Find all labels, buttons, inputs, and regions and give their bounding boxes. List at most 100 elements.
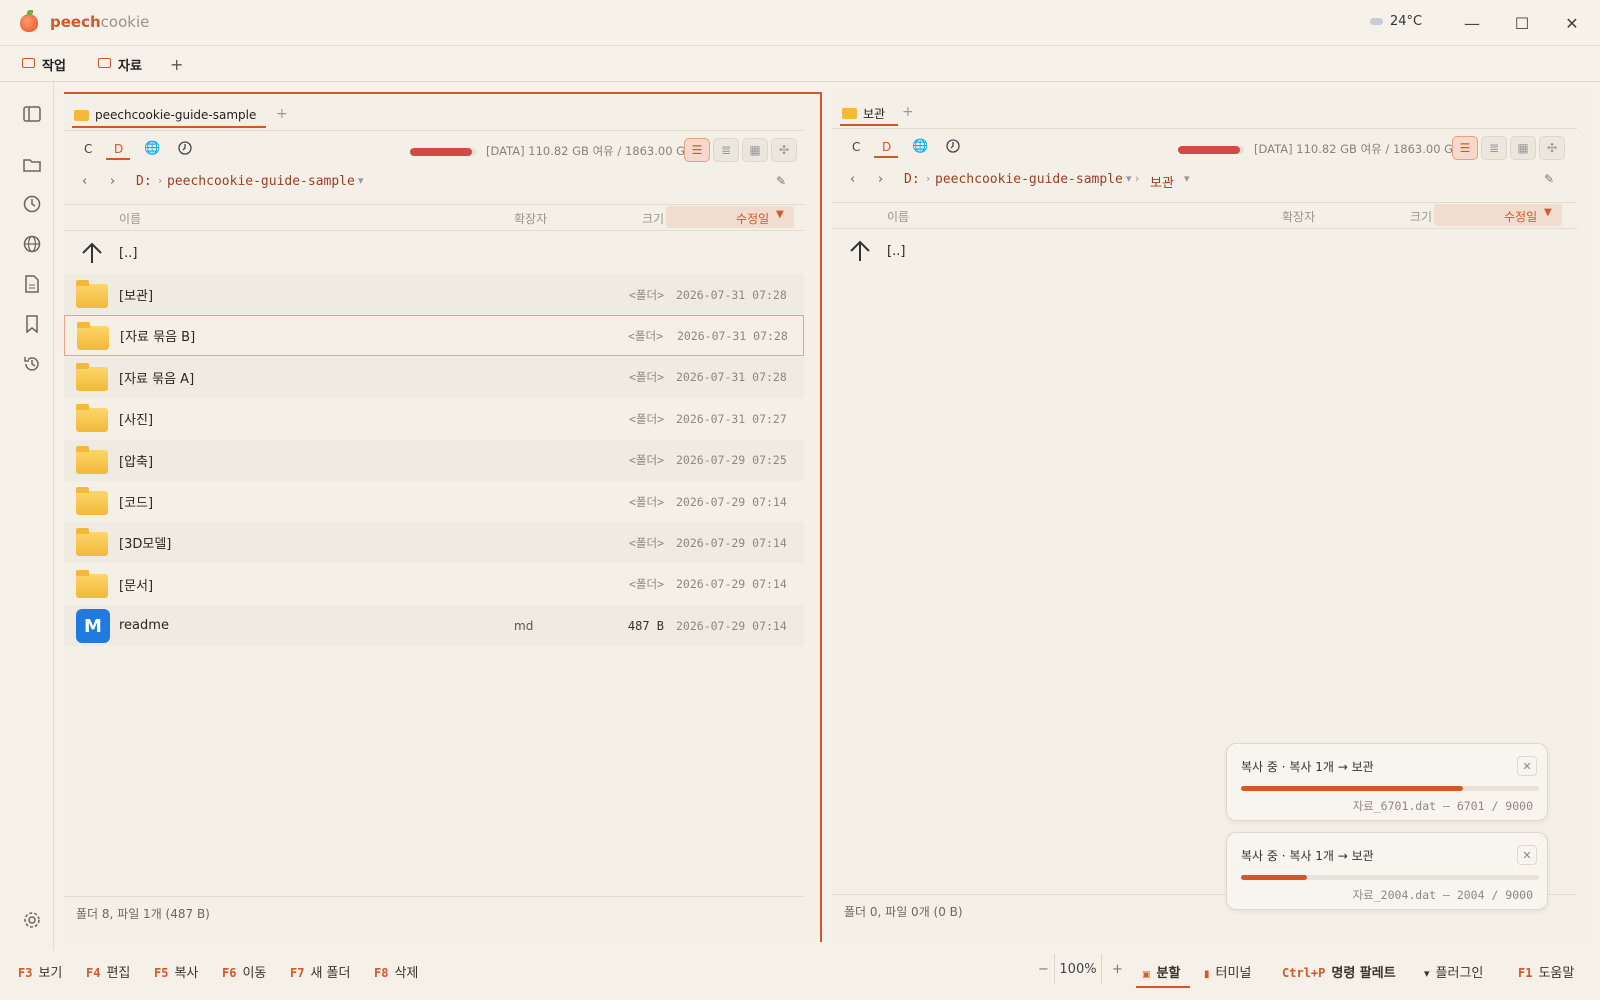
table-row[interactable]: [압축] <폴더> 2026-07-29 07:25 [64,439,804,481]
fkey-copy[interactable]: F5 복사 [154,962,198,981]
zoom-in-button[interactable]: + [1112,962,1123,977]
table-row[interactable]: [사진] <폴더> 2026-07-31 07:27 [64,398,804,439]
breadcrumb-drive[interactable]: D: [904,172,920,187]
file-size: <폴더> [628,535,664,550]
recent-clock-icon[interactable] [178,141,192,159]
folder-icon [76,404,108,433]
command-palette-button[interactable]: Ctrl+P 명령 팔레트 [1282,962,1396,981]
col-header-ext[interactable]: 확장자 [1282,208,1315,225]
col-header-name[interactable]: 이름 [887,208,909,225]
back-button[interactable]: ‹ [82,174,87,189]
help-button[interactable]: F1 도움말 [1518,962,1574,981]
col-header-date[interactable]: 수정일 [736,210,769,227]
maximize-button[interactable]: ☐ [1508,10,1536,36]
toast-detail: 자료_2004.dat — 2004 / 9000 [1352,888,1533,902]
add-tab-button[interactable]: + [902,104,914,120]
plugin-button[interactable]: ▾ 플러그인 [1424,962,1483,981]
table-row[interactable]: [보관] <폴더> 2026-07-31 07:28 [64,274,804,315]
folder-icon [76,362,108,391]
fkey-view[interactable]: F3 보기 [18,962,62,981]
workspace-tab-data[interactable]: 자료 [98,53,142,75]
network-globe-icon[interactable]: 🌐 [144,141,160,156]
breadcrumb-dropdown-icon[interactable]: ▾ [358,174,364,187]
col-header-size[interactable]: 크기 [1410,208,1432,225]
breadcrumb-folder[interactable]: peechcookie-guide-sample [167,174,355,189]
split-view-button[interactable]: ▣ 분할 [1142,962,1180,981]
detail-view-icon[interactable]: ≣ [1481,136,1507,160]
active-tab-indicator [72,126,266,128]
fkey-new-folder[interactable]: F7 새 폴더 [290,962,350,981]
document-icon[interactable] [22,274,42,294]
divider [832,202,1577,203]
col-header-size[interactable]: 크기 [642,210,664,227]
grid-view-icon[interactable]: ▦ [1510,136,1536,160]
detail-view-icon[interactable]: ≣ [713,138,739,162]
table-row[interactable]: [자료 묶음 B] <폴더> 2026-07-31 07:28 [64,315,804,357]
folder-icon[interactable] [22,154,42,174]
drive-indicator [106,158,130,160]
zoom-out-button[interactable]: − [1038,962,1049,977]
close-icon[interactable]: ✕ [1517,756,1537,776]
workspace-tab-bar [0,46,1600,82]
drive-c-button[interactable]: C [852,140,860,154]
add-tab-button[interactable]: + [276,106,288,122]
table-row[interactable]: [3D모델] <폴더> 2026-07-29 07:14 [64,522,804,564]
terminal-button[interactable]: ▮ 터미널 [1204,962,1251,981]
back-button[interactable]: ‹ [850,172,855,187]
file-name: [자료 묶음 A] [119,371,195,387]
globe-icon[interactable] [22,234,42,254]
breadcrumb-dropdown-icon[interactable]: ▾ [1184,172,1190,185]
toast-progress-fill [1241,875,1308,880]
breadcrumb-drive[interactable]: D: [136,174,152,189]
fkey-delete[interactable]: F8 삭제 [374,962,418,981]
bookmark-icon[interactable] [22,314,42,334]
close-window-button[interactable]: ✕ [1558,10,1586,36]
history-icon[interactable] [22,354,42,374]
list-view-icon[interactable]: ☰ [684,138,710,162]
fkey-move[interactable]: F6 이동 [222,962,266,981]
file-date: 2026-07-31 07:27 [676,411,787,426]
parent-dir-row[interactable]: [..] [832,231,1577,272]
sidebar-toggle-icon[interactable] [22,104,42,124]
folder-icon [77,322,109,351]
settings-gear-icon[interactable] [22,910,42,930]
tree-view-icon[interactable]: ✣ [1539,136,1565,160]
file-name: [코드] [119,496,154,511]
col-header-name[interactable]: 이름 [119,210,141,227]
table-row[interactable]: [문서] <폴더> 2026-07-29 07:14 [64,564,804,605]
workspace-tab-work[interactable]: 작업 [22,53,66,75]
recent-clock-icon[interactable] [946,139,960,157]
col-header-ext[interactable]: 확장자 [514,210,547,227]
forward-button[interactable]: › [110,174,115,189]
forward-button[interactable]: › [878,172,883,187]
parent-dir-row[interactable]: [..] [64,233,804,274]
drive-c-button[interactable]: C [84,142,92,156]
network-globe-icon[interactable]: 🌐 [912,139,928,154]
table-row[interactable]: Mreadme md 487 B 2026-07-29 07:14 [64,605,804,647]
file-ext: md [514,618,534,633]
right-status-text: 폴더 0, 파일 0개 (0 B) [844,905,963,919]
col-header-date[interactable]: 수정일 [1504,208,1537,225]
title-bar [0,0,1600,46]
file-date: 2026-07-31 07:28 [676,370,787,385]
drive-d-button[interactable]: D [882,140,891,154]
clock-icon[interactable] [22,194,42,214]
table-row[interactable]: [자료 묶음 A] <폴더> 2026-07-31 07:28 [64,356,804,398]
toast-progress-track [1241,875,1539,880]
breadcrumb-folder[interactable]: peechcookie-guide-sample [935,172,1123,187]
fkey-edit[interactable]: F4 편집 [86,962,130,981]
file-date: 2026-07-29 07:14 [676,577,787,592]
breadcrumb-subfolder[interactable]: 보관 [1150,172,1174,191]
close-icon[interactable]: ✕ [1517,845,1537,865]
edit-path-pencil-icon[interactable]: ✎ [1544,172,1554,186]
minimize-button[interactable]: — [1458,10,1486,36]
divider [64,204,804,205]
add-workspace-button[interactable]: + [170,53,183,75]
list-view-icon[interactable]: ☰ [1452,136,1478,160]
breadcrumb-separator: ▾ › [1126,172,1140,185]
grid-view-icon[interactable]: ▦ [742,138,768,162]
tree-view-icon[interactable]: ✣ [771,138,797,162]
drive-d-button[interactable]: D [114,142,123,156]
edit-path-pencil-icon[interactable]: ✎ [776,174,786,188]
table-row[interactable]: [코드] <폴더> 2026-07-29 07:14 [64,481,804,522]
